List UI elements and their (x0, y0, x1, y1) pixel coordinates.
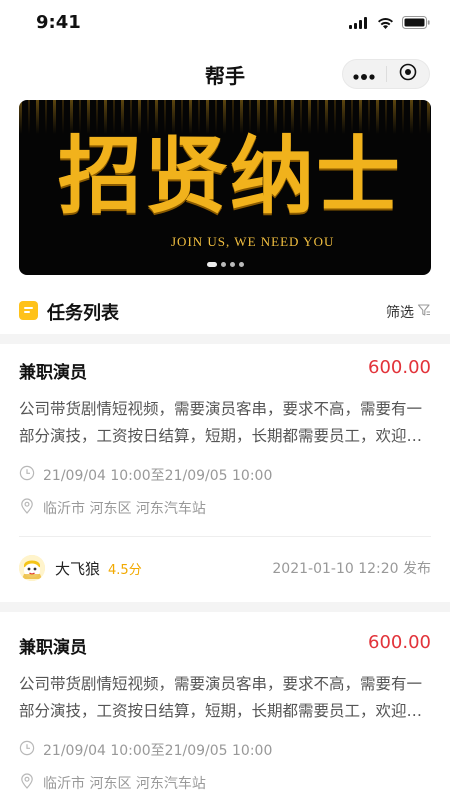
task-location: 临沂市 河东区 河东汽车站 (43, 776, 206, 792)
target-close-icon (399, 63, 417, 85)
status-icons (349, 14, 430, 33)
task-time-row: 21/09/04 10:00至21/09/05 10:00 (19, 740, 272, 760)
task-time-row: 21/09/04 10:00至21/09/05 10:00 (19, 465, 272, 485)
card-divider (19, 536, 431, 537)
carousel-dot-active[interactable] (206, 262, 217, 267)
cellular-signal-icon (349, 14, 369, 33)
poster-score: 4.5分 (108, 562, 142, 578)
clock-icon (19, 465, 35, 485)
task-title: 兼职演员 (19, 363, 87, 383)
task-title: 兼职演员 (19, 638, 87, 658)
wifi-icon (377, 14, 394, 33)
task-card[interactable]: 兼职演员 600.00 公司带货剧情短视频，需要演员客串，要求不高，需要有一部分… (19, 357, 431, 594)
more-button[interactable] (343, 60, 386, 88)
filter-icon (417, 303, 431, 321)
carousel-dot[interactable] (229, 262, 235, 267)
task-price: 600.00 (368, 357, 431, 378)
card-separator (0, 602, 450, 612)
task-time: 21/09/04 10:00至21/09/05 10:00 (43, 468, 273, 484)
publish-time: 2021-01-10 12:20 发布 (272, 561, 431, 577)
close-button[interactable] (387, 60, 430, 88)
filter-label: 筛选 (386, 305, 414, 321)
task-description: 公司带货剧情短视频，需要演员客串，要求不高，需要有一部分演技，工资按日结算，短期… (19, 400, 423, 445)
recruit-banner[interactable]: 招贤纳士 JOIN US, WE NEED YOU (19, 100, 431, 275)
section-separator (0, 334, 450, 344)
carousel-dot[interactable] (220, 262, 226, 267)
status-bar: 9:41 (0, 0, 450, 44)
task-card[interactable]: 兼职演员 600.00 公司带货剧情短视频，需要演员客串，要求不高，需要有一部分… (19, 632, 431, 800)
mini-program-capsule (342, 59, 430, 89)
more-dots-icon (353, 65, 375, 84)
avatar[interactable] (19, 555, 45, 581)
nav-bar: 帮手 (0, 52, 450, 96)
task-location-row: 临沂市 河东区 河东汽车站 (19, 498, 206, 518)
banner-title: 招贤纳士 (57, 126, 402, 225)
task-price: 600.00 (368, 632, 431, 653)
task-list-header: 任务列表 筛选 (19, 298, 431, 326)
location-pin-icon (19, 498, 35, 518)
carousel-indicator (19, 262, 431, 267)
task-location: 临沂市 河东区 河东汽车站 (43, 501, 206, 517)
filter-button[interactable]: 筛选 (386, 302, 431, 322)
poster-row: 大飞狼 4.5分 2021-01-10 12:20 发布 (19, 555, 431, 581)
battery-icon (402, 14, 430, 33)
task-description: 公司带货剧情短视频，需要演员客串，要求不高，需要有一部分演技，工资按日结算，短期… (19, 675, 423, 720)
carousel-dot[interactable] (238, 262, 244, 267)
poster-name[interactable]: 大飞狼 (55, 558, 100, 579)
section-title: 任务列表 (47, 303, 119, 324)
task-list-icon (19, 301, 38, 320)
banner-subtitle: JOIN US, WE NEED YOU (171, 234, 335, 249)
task-location-row: 临沂市 河东区 河东汽车站 (19, 773, 206, 793)
task-time: 21/09/04 10:00至21/09/05 10:00 (43, 743, 273, 759)
status-time: 9:41 (36, 12, 81, 33)
location-pin-icon (19, 773, 35, 793)
clock-icon (19, 740, 35, 760)
